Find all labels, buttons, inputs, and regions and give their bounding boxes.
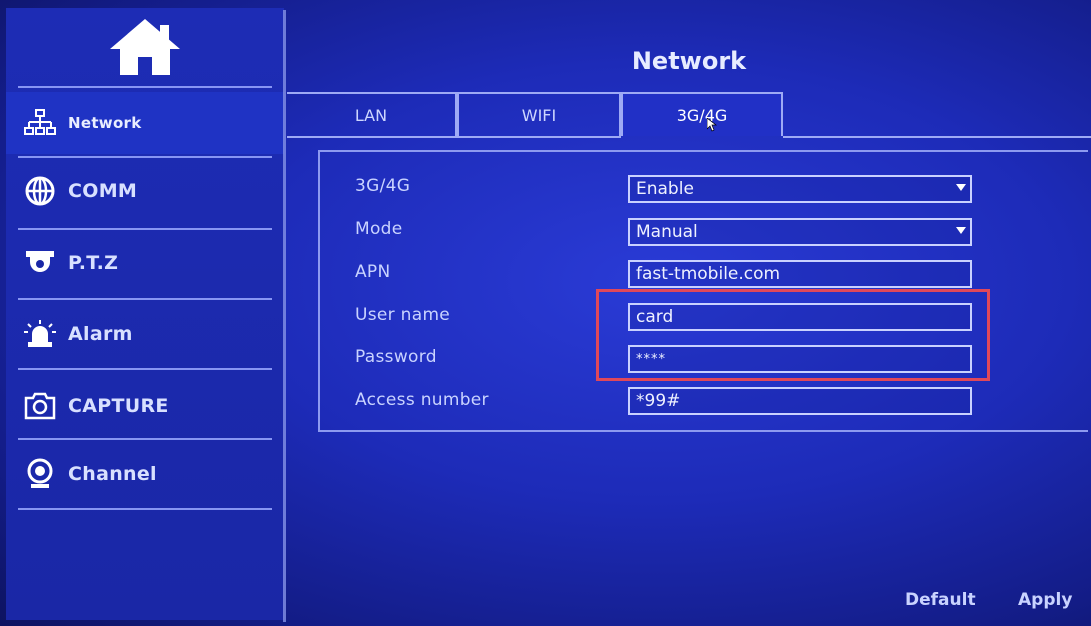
chevron-down-icon [956,227,966,234]
tab-wifi[interactable]: WIFI [457,92,621,136]
field-label-access-number: Access number [355,390,489,410]
chevron-down-icon [956,184,966,191]
sidebar-item-channel[interactable]: Channel [6,443,284,505]
sidebar-item-label: CAPTURE [68,395,169,417]
panel-divider [283,10,286,622]
alarm-light-icon [22,316,58,352]
sidebar: Network COMM P.T.Z Alarm CAPTURE Channel [6,8,284,620]
field-label-3g4g: 3G/4G [355,176,411,196]
field-value: fast-tmobile.com [636,264,781,284]
sidebar-divider [18,298,272,300]
sidebar-divider [18,368,272,370]
sidebar-item-comm[interactable]: COMM [6,160,284,222]
field-label-username: User name [355,305,451,325]
sidebar-item-ptz[interactable]: P.T.Z [6,232,284,294]
sidebar-item-alarm[interactable]: Alarm [6,303,284,365]
dome-camera-icon [22,245,58,281]
tab-bar: LAN WIFI 3G/4G [287,92,1091,140]
sidebar-divider [18,86,272,88]
home-icon [110,19,180,75]
sidebar-divider [18,438,272,440]
apn-field[interactable]: fast-tmobile.com [628,260,972,288]
3g4g-select[interactable]: Enable [628,175,972,203]
sidebar-item-label: P.T.Z [68,252,119,274]
select-value: Enable [636,179,694,199]
sidebar-divider [18,508,272,510]
field-label-apn: APN [355,262,391,282]
globe-icon [22,173,58,209]
tab-underline [287,136,621,138]
access-number-field[interactable]: *99# [628,387,972,415]
sidebar-item-label: Network [68,114,142,132]
field-label-password: Password [355,347,437,367]
field-label-mode: Mode [355,219,403,239]
sidebar-item-network[interactable]: Network [6,92,284,154]
default-button[interactable]: Default [905,590,976,610]
tab-3g4g[interactable]: 3G/4G [621,92,783,136]
mode-select[interactable]: Manual [628,218,972,246]
select-value: Manual [636,222,698,242]
home-button[interactable] [6,8,284,86]
page-title: Network [631,47,747,75]
mouse-cursor-icon [707,118,717,132]
dvr-screen: Network COMM P.T.Z Alarm CAPTURE Channel… [0,0,1091,626]
sidebar-item-label: Alarm [68,323,133,345]
sidebar-item-label: Channel [68,463,157,485]
tab-lan[interactable]: LAN [287,92,457,136]
sidebar-divider [18,228,272,230]
network-icon [22,105,58,141]
sidebar-item-capture[interactable]: CAPTURE [6,375,284,437]
tab-underline [783,136,1091,138]
apply-button[interactable]: Apply [1018,590,1072,610]
camera-icon [22,388,58,424]
field-value: *99# [636,391,681,411]
highlight-box [596,289,990,381]
webcam-icon [22,456,58,492]
sidebar-item-label: COMM [68,180,138,202]
sidebar-divider [18,156,272,158]
